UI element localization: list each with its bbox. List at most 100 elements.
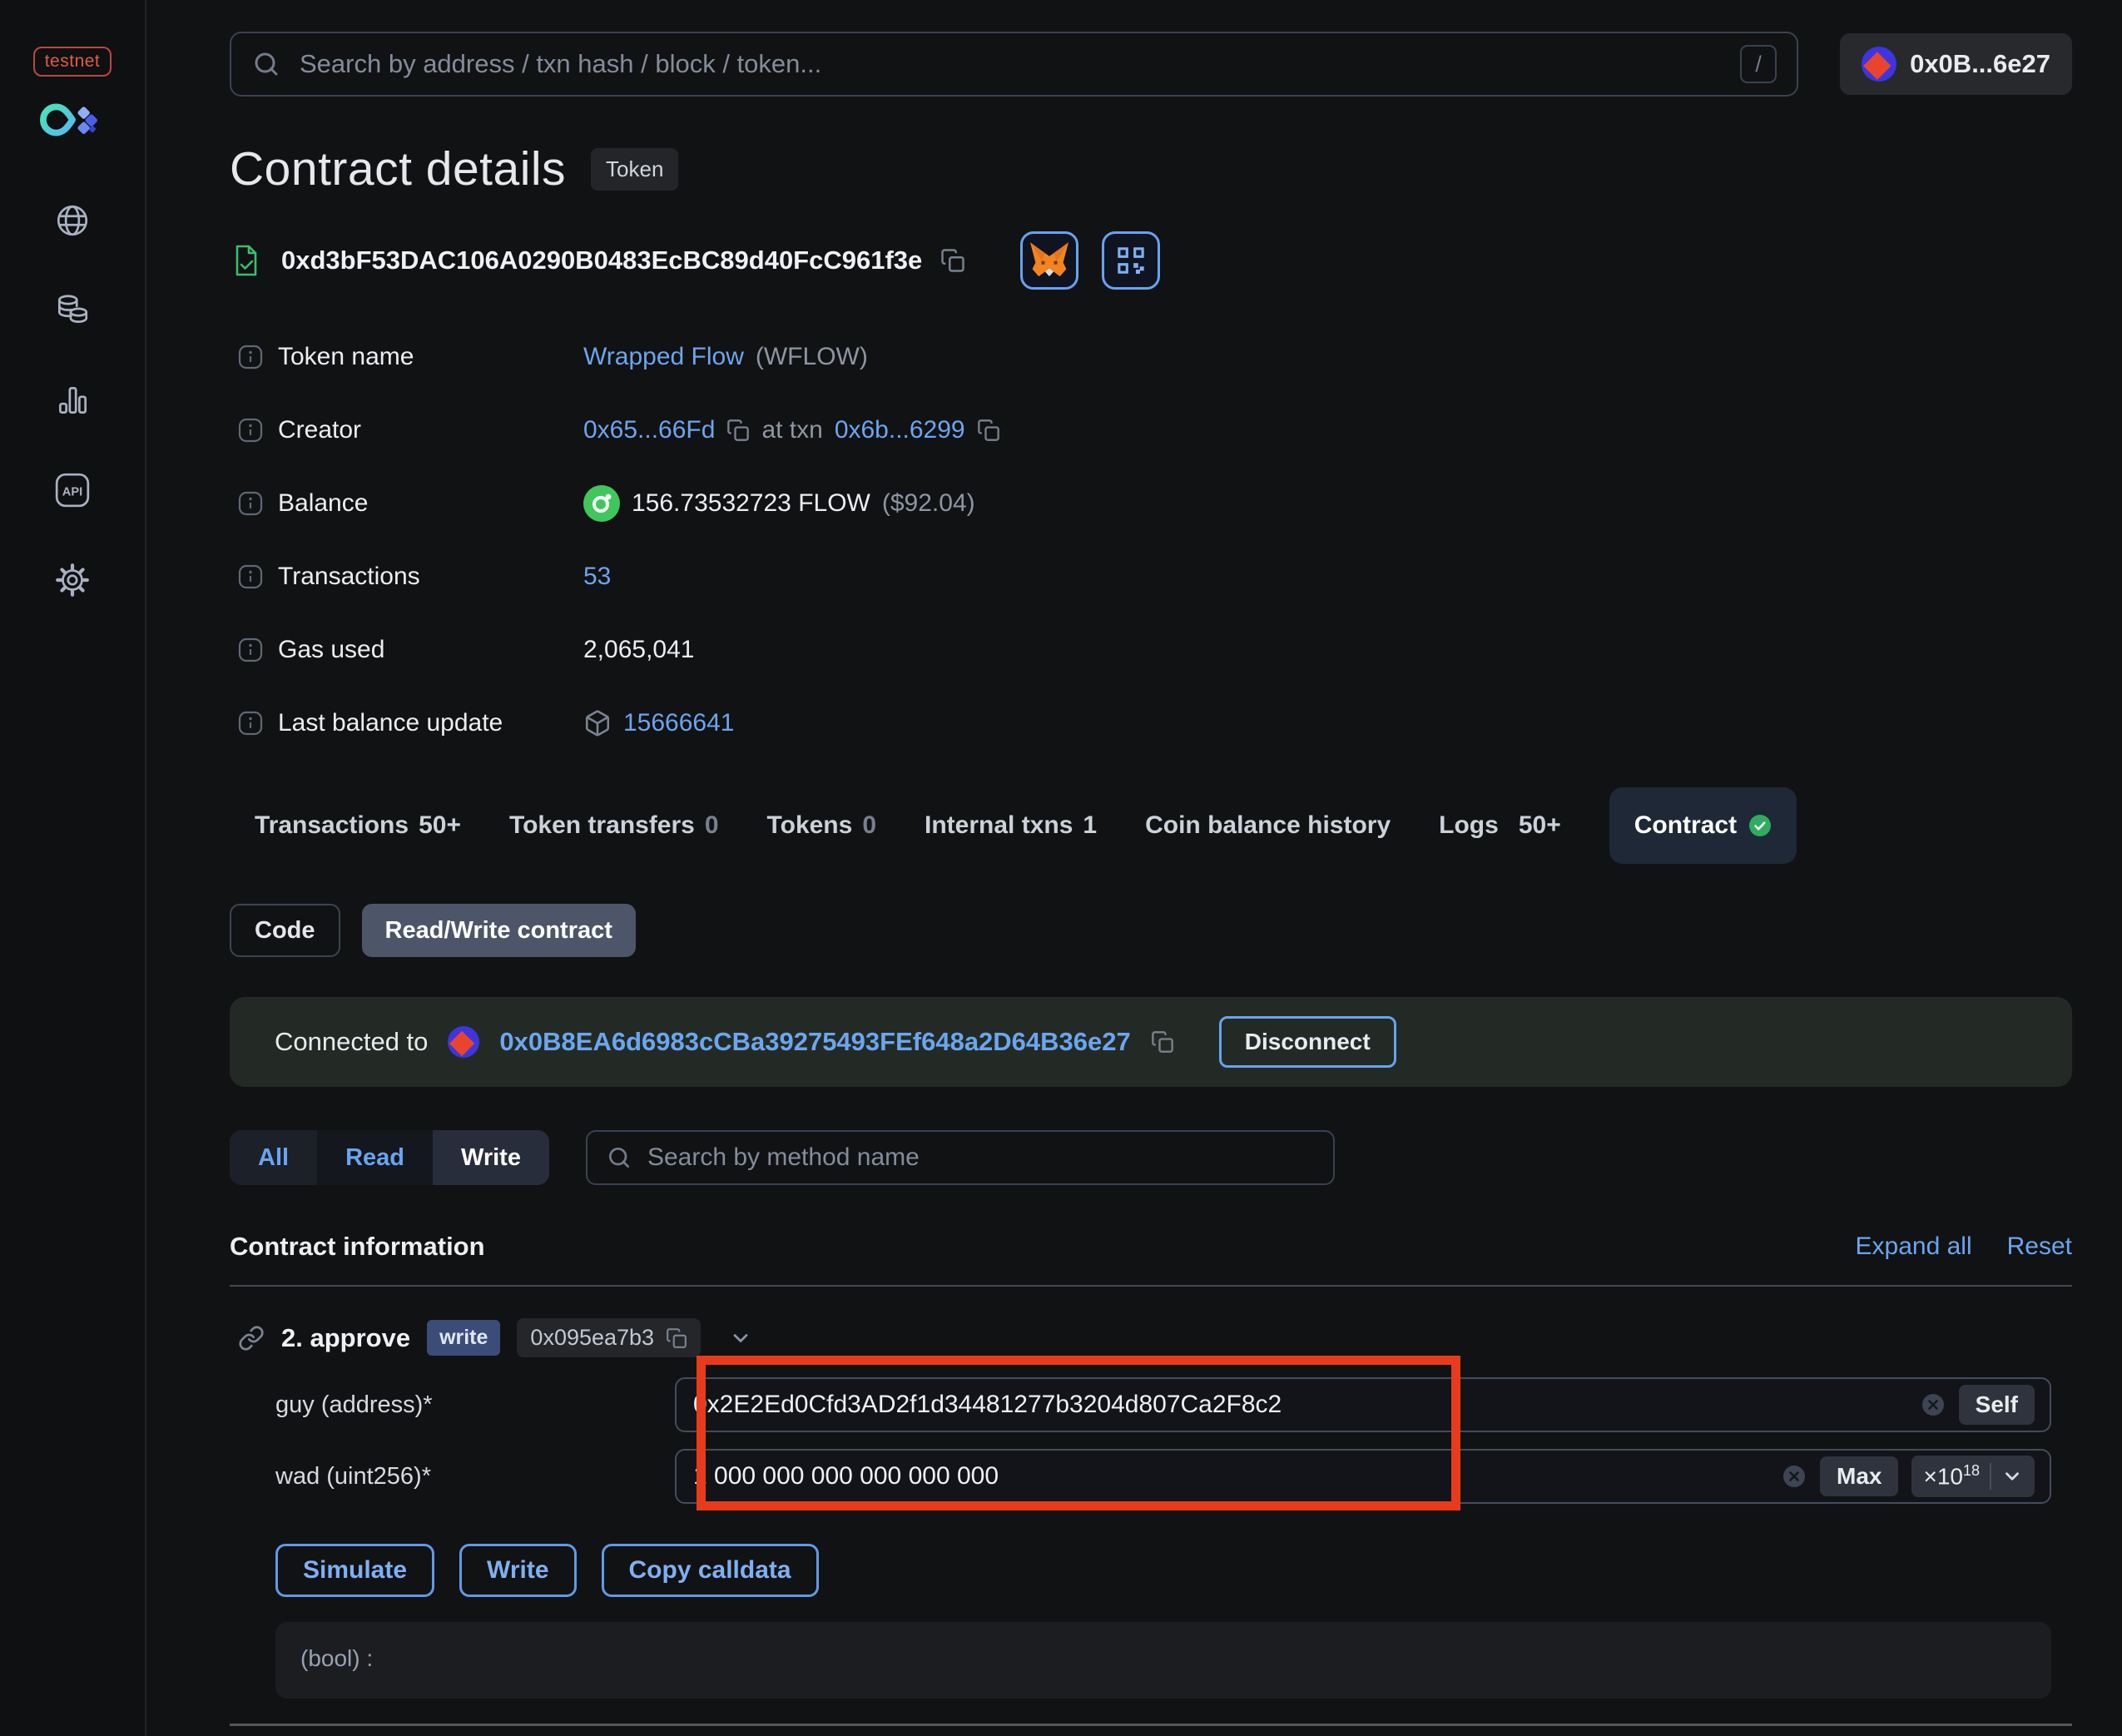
copy-creator-icon[interactable]: [726, 419, 750, 442]
output-bool-label: (bool) :: [300, 1645, 374, 1671]
contract-information-header: Contract information Expand all Reset: [230, 1232, 2072, 1262]
simulate-button[interactable]: Simulate: [275, 1544, 435, 1597]
method-search[interactable]: [585, 1130, 1335, 1185]
tab-tokens[interactable]: Tokens 0: [767, 811, 877, 840]
info-row-balance: Balance 156.73532723 FLOW ($92.04): [230, 483, 2072, 524]
last-balance-block-link[interactable]: 15666641: [623, 709, 734, 737]
account-avatar: [1862, 47, 1897, 82]
sidebar-item-tokens[interactable]: [53, 291, 92, 330]
tab-count: 1: [1083, 811, 1098, 839]
contract-address: 0xd3bF53DAC106A0290B0483EcBC89d40FcC961f…: [281, 246, 923, 275]
tab-logs[interactable]: Logs 50+: [1439, 811, 1561, 840]
globe-icon: [57, 205, 88, 236]
wad-field-label: wad (uint256)*: [275, 1462, 431, 1490]
bottom-divider: [230, 1724, 2072, 1726]
self-button[interactable]: Self: [1958, 1385, 2035, 1425]
multiplier-base: ×10: [1923, 1463, 1963, 1490]
info-label-text: Transactions: [278, 563, 420, 590]
copy-address-icon[interactable]: [940, 248, 965, 273]
qr-code-icon: [1118, 247, 1144, 275]
search-icon: [255, 52, 278, 76]
account-address: 0x0B...6e27: [1910, 49, 2050, 78]
info-row-gas-used: Gas used 2,065,041: [230, 629, 2072, 671]
add-to-metamask-button[interactable]: [1020, 231, 1079, 290]
method-form: guy (address)* Self wad (uint256)*: [230, 1356, 2072, 1510]
sidebar-item-api[interactable]: API: [53, 471, 92, 509]
at-txn-text: at txn: [761, 416, 823, 444]
guy-input-wrap: Self: [675, 1377, 2051, 1432]
tab-count: 0: [862, 811, 877, 839]
copy-connected-address-icon[interactable]: [1151, 1030, 1174, 1054]
segment-write[interactable]: Write: [432, 1130, 549, 1185]
wad-amount-input[interactable]: [692, 1461, 1768, 1491]
method-selector-pill: 0x095ea7b3: [517, 1318, 702, 1357]
method-output-panel: (bool) :: [275, 1622, 2051, 1699]
info-icon: [238, 564, 263, 589]
tab-bar: Transactions 50+ Token transfers 0 Token…: [230, 787, 2072, 864]
qr-code-button[interactable]: [1102, 231, 1161, 290]
global-search[interactable]: /: [230, 32, 1799, 97]
logo-icon: [40, 103, 97, 136]
sidebar: testnet API: [0, 0, 146, 1736]
tab-contract[interactable]: Contract: [1609, 787, 1797, 864]
creation-txn-link[interactable]: 0x6b...6299: [835, 416, 965, 444]
write-button[interactable]: Write: [459, 1544, 577, 1597]
top-bar: / 0x0B...6e27: [230, 32, 2072, 97]
contract-info-list: Token name Wrapped Flow (WFLOW) Creator …: [230, 336, 2072, 744]
reset-link[interactable]: Reset: [2007, 1233, 2072, 1261]
connected-address-link[interactable]: 0x0B8EA6d6983cCBa39275493FEf648a2D64B36e…: [499, 1027, 1130, 1057]
creator-address-link[interactable]: 0x65...66Fd: [583, 416, 715, 444]
max-button[interactable]: Max: [1820, 1456, 1899, 1496]
gas-used-value: 2,065,041: [583, 636, 695, 663]
info-icon: [238, 418, 263, 443]
method-search-input[interactable]: [645, 1143, 1315, 1173]
account-button[interactable]: 0x0B...6e27: [1840, 33, 2072, 95]
info-row-token-name: Token name Wrapped Flow (WFLOW): [230, 336, 2072, 378]
clear-guy-icon[interactable]: [1921, 1392, 1946, 1417]
tab-token-transfers[interactable]: Token transfers 0: [509, 811, 719, 840]
subtab-read-write-contract[interactable]: Read/Write contract: [361, 904, 636, 957]
block-cube-icon: [585, 710, 610, 737]
method-approve-row[interactable]: 2. approve write 0x095ea7b3: [230, 1318, 2072, 1357]
field-row-guy: guy (address)* Self: [230, 1377, 2072, 1432]
flow-token-icon: [583, 485, 620, 522]
metamask-icon: [1030, 242, 1069, 277]
disconnect-button[interactable]: Disconnect: [1218, 1016, 1396, 1068]
sidebar-item-network[interactable]: [53, 201, 92, 240]
copy-calldata-button[interactable]: Copy calldata: [601, 1544, 819, 1597]
connected-prefix: Connected to: [275, 1027, 429, 1056]
token-name-link[interactable]: Wrapped Flow: [583, 343, 744, 371]
sidebar-item-settings[interactable]: [53, 561, 92, 599]
info-icon: [238, 491, 263, 516]
sidebar-item-stats[interactable]: [53, 381, 92, 419]
collapse-method-chevron-icon[interactable]: [729, 1327, 752, 1350]
page-title: Contract details: [230, 142, 567, 196]
method-name: 2. approve: [281, 1322, 411, 1352]
search-input[interactable]: [298, 48, 1724, 80]
tab-coin-balance-history[interactable]: Coin balance history: [1145, 811, 1391, 840]
guy-field-label: guy (address)*: [275, 1391, 433, 1418]
segment-read[interactable]: Read: [317, 1130, 433, 1185]
clear-wad-icon[interactable]: [1782, 1464, 1807, 1489]
segment-all[interactable]: All: [230, 1130, 317, 1185]
info-icon: [238, 637, 263, 662]
field-row-wad: wad (uint256)* Max ×1018: [230, 1449, 2072, 1504]
transactions-count-link[interactable]: 53: [583, 563, 611, 591]
expand-all-link[interactable]: Expand all: [1856, 1233, 1972, 1261]
tab-transactions[interactable]: Transactions 50+: [255, 811, 461, 840]
balance-usd: ($92.04): [881, 489, 975, 517]
guy-address-input[interactable]: [692, 1390, 1907, 1420]
svg-text:API: API: [62, 485, 82, 498]
link-anchor-icon[interactable]: [238, 1325, 265, 1352]
info-icon: [238, 345, 263, 370]
method-selector: 0x095ea7b3: [530, 1325, 655, 1350]
app-logo[interactable]: [40, 98, 105, 141]
info-row-creator: Creator 0x65...66Fd at txn 0x6b...6299: [230, 409, 2072, 451]
multiplier-dropdown[interactable]: ×1018: [1911, 1456, 2035, 1497]
subtab-code[interactable]: Code: [230, 904, 340, 957]
copy-selector-icon[interactable]: [666, 1327, 687, 1349]
tab-count: 50+: [419, 811, 461, 839]
tab-internal-txns[interactable]: Internal txns 1: [925, 811, 1097, 840]
copy-txn-icon[interactable]: [977, 419, 1000, 442]
chevron-down-icon: [2005, 1472, 2019, 1481]
